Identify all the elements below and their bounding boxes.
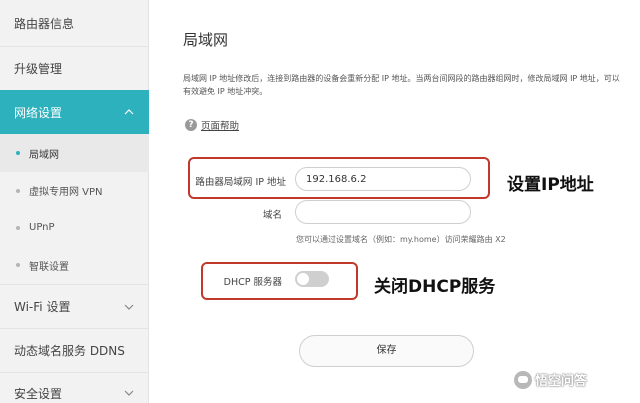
sidebar-item-label: 升级管理 bbox=[14, 62, 63, 76]
chevron-down-icon bbox=[124, 389, 134, 397]
sidebar-item-label: Wi-Fi 设置 bbox=[14, 300, 71, 314]
sidebar-item-upnp[interactable]: UPnP bbox=[0, 209, 149, 246]
bullet-icon bbox=[16, 225, 20, 230]
sidebar-item-upgrade[interactable]: 升级管理 bbox=[0, 47, 149, 90]
domain-input[interactable] bbox=[295, 200, 471, 224]
dhcp-annotation: 关闭DHCP服务 bbox=[374, 277, 496, 297]
sidebar-item-ddns[interactable]: 动态域名服务 DDNS bbox=[0, 329, 149, 372]
sidebar-item-vpn[interactable]: 虚拟专用网 VPN bbox=[0, 172, 149, 209]
domain-hint: 您可以通过设置域名（例如：my.home）访问荣耀路由 X2 bbox=[296, 235, 506, 244]
ip-annotation: 设置IP地址 bbox=[507, 175, 594, 195]
sidebar-item-smart-link[interactable]: 智联设置 bbox=[0, 246, 149, 284]
page-description: 局域网 IP 地址修改后，连接到路由器的设备会重新分配 IP 地址。当两台间网段… bbox=[183, 74, 620, 96]
chat-bubble-icon bbox=[514, 370, 532, 389]
save-button[interactable]: 保存 bbox=[299, 335, 474, 367]
dhcp-highlight-box bbox=[201, 262, 358, 300]
main-panel: 局域网 局域网 IP 地址修改后，连接到路由器的设备会重新分配 IP 地址。当两… bbox=[150, 0, 640, 403]
sidebar-item-security[interactable]: 安全设置 bbox=[0, 373, 149, 403]
sidebar: 路由器信息 升级管理 网络设置 局域网 虚拟专用网 VPN UPnP 智联设置 … bbox=[0, 0, 149, 403]
ip-highlight-box bbox=[188, 157, 490, 199]
domain-label: 域名 bbox=[262, 210, 282, 221]
help-icon: ? bbox=[185, 119, 197, 131]
sidebar-item-label: 路由器信息 bbox=[14, 16, 75, 31]
help-label: 页面帮助 bbox=[201, 121, 240, 132]
sidebar-item-label: UPnP bbox=[29, 222, 55, 233]
sidebar-item-router-info[interactable]: 路由器信息 bbox=[0, 0, 149, 46]
sidebar-item-label: 安全设置 bbox=[14, 386, 63, 401]
bullet-icon bbox=[16, 151, 20, 155]
sidebar-item-label: 智联设置 bbox=[29, 261, 69, 273]
chevron-up-icon bbox=[124, 108, 134, 116]
bullet-icon bbox=[16, 188, 20, 193]
chevron-down-icon bbox=[124, 303, 134, 311]
sidebar-item-label: 动态域名服务 DDNS bbox=[14, 344, 125, 358]
bullet-icon bbox=[16, 263, 20, 267]
sidebar-item-label: 虚拟专用网 VPN bbox=[29, 187, 103, 198]
sidebar-item-network-settings[interactable]: 网络设置 bbox=[0, 90, 149, 134]
sidebar-item-lan[interactable]: 局域网 bbox=[0, 134, 149, 172]
watermark-text: 悟空问答 bbox=[535, 374, 588, 389]
page-title: 局域网 bbox=[183, 31, 229, 49]
sidebar-item-label: 局域网 bbox=[29, 149, 59, 161]
sidebar-item-wifi-settings[interactable]: Wi-Fi 设置 bbox=[0, 285, 149, 328]
help-link[interactable]: ? 页面帮助 bbox=[185, 118, 239, 132]
watermark-logo: 悟空问答 bbox=[514, 370, 587, 389]
sidebar-item-label: 网络设置 bbox=[14, 105, 63, 120]
